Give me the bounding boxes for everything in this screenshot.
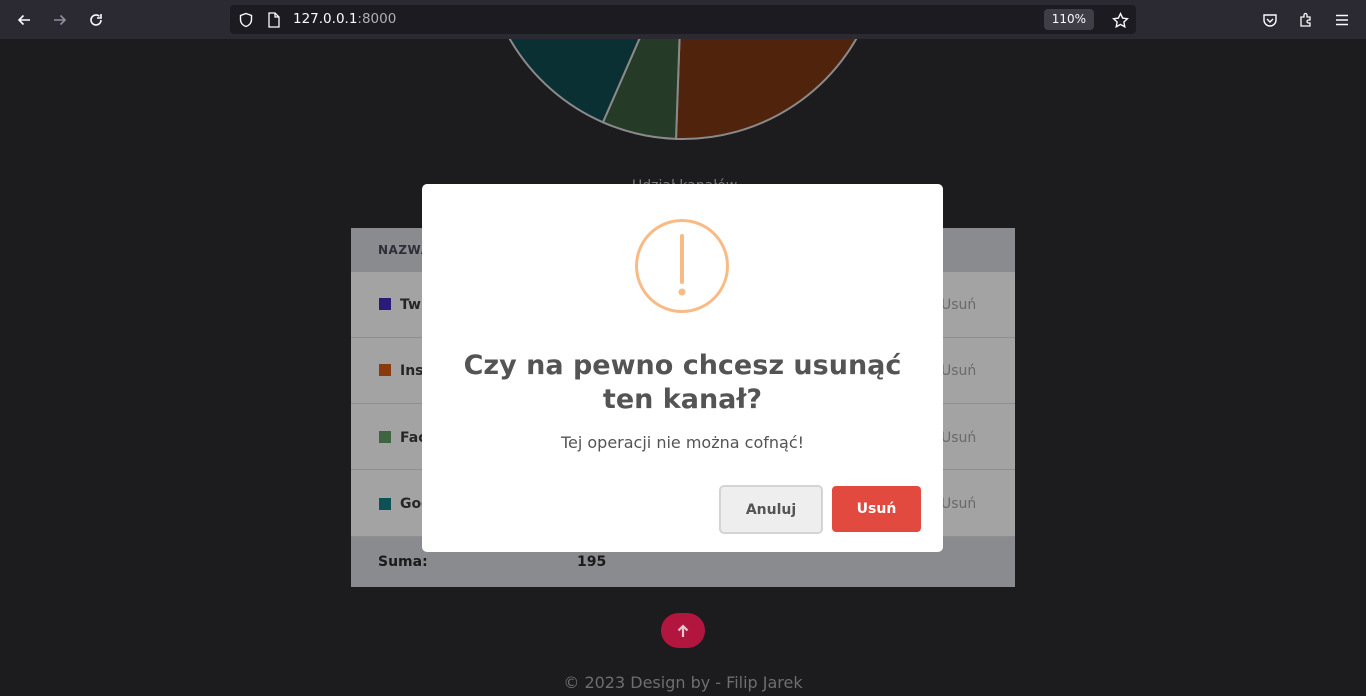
back-button[interactable]	[12, 8, 36, 32]
url-bar[interactable]: 127.0.0.1:8000 110%	[230, 5, 1136, 34]
warning-icon	[635, 219, 729, 313]
delete-link[interactable]: Usuń	[941, 430, 976, 446]
hamburger-icon	[1336, 14, 1348, 26]
pie-slice-instagram	[674, 39, 858, 140]
browser-toolbar: 127.0.0.1:8000 110%	[0, 0, 1366, 39]
cancel-button[interactable]: Anuluj	[719, 485, 823, 534]
sum-value: 195	[577, 554, 607, 570]
shield-icon[interactable]	[237, 11, 255, 29]
pie-chart	[508, 39, 858, 140]
arrow-up-icon	[677, 623, 689, 637]
extensions-button[interactable]	[1294, 8, 1318, 32]
dialog-text: Tej operacji nie można cofnąć!	[560, 433, 805, 452]
scroll-top-button[interactable]	[661, 613, 705, 648]
color-swatch	[379, 298, 391, 310]
arrow-left-icon	[17, 14, 30, 26]
dialog-title: Czy na pewno chcesz usunąć ten kanał?	[463, 350, 902, 415]
sum-label: Suma:	[378, 554, 428, 570]
color-swatch	[379, 431, 391, 443]
delete-link[interactable]: Usuń	[941, 297, 976, 313]
arrow-right-icon	[54, 14, 67, 26]
url-text[interactable]: 127.0.0.1:8000	[293, 11, 396, 27]
url-port: :8000	[357, 11, 397, 27]
forward-button[interactable]	[48, 8, 72, 32]
delete-link[interactable]: Usuń	[941, 496, 976, 512]
delete-link[interactable]: Usuń	[941, 363, 976, 379]
color-swatch	[379, 364, 391, 376]
pocket-icon	[1263, 14, 1277, 27]
confirm-delete-dialog: Czy na pewno chcesz usunąć ten kanał? Te…	[422, 184, 943, 552]
pocket-button[interactable]	[1258, 8, 1282, 32]
reload-button[interactable]	[84, 8, 108, 32]
color-swatch	[379, 498, 391, 510]
confirm-delete-button[interactable]: Usuń	[832, 486, 921, 532]
zoom-badge[interactable]: 110%	[1043, 9, 1094, 30]
menu-button[interactable]	[1330, 8, 1354, 32]
puzzle-icon	[1300, 12, 1311, 27]
bookmark-star-icon[interactable]	[1111, 11, 1129, 29]
page-footer: © 2023 Design by - Filip Jarek	[563, 673, 803, 692]
page-icon	[265, 11, 283, 29]
reload-icon	[90, 14, 102, 26]
url-host: 127.0.0.1	[293, 11, 358, 27]
